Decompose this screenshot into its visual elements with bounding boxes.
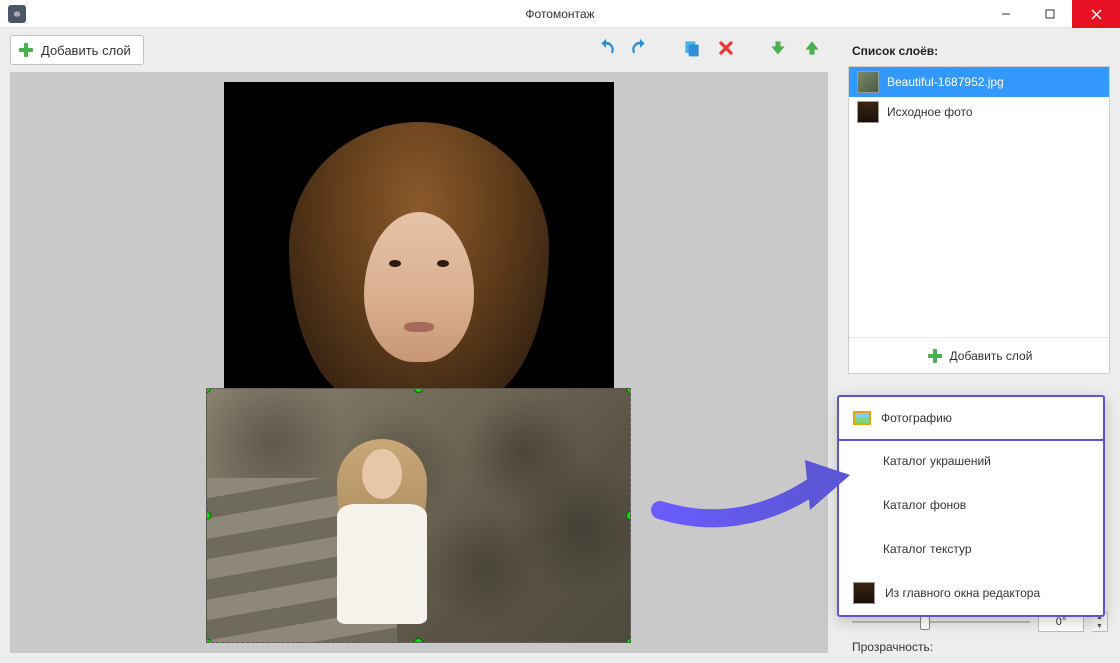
- redo-button[interactable]: [628, 36, 652, 60]
- move-down-button[interactable]: [766, 36, 790, 60]
- add-layer-footer-button[interactable]: Добавить слой: [849, 337, 1109, 373]
- canvas[interactable]: [224, 82, 614, 642]
- add-layer-button[interactable]: Добавить слой: [10, 35, 144, 65]
- app-icon: [8, 5, 26, 23]
- add-layer-label: Добавить слой: [41, 43, 131, 58]
- layer-item[interactable]: Исходное фото: [849, 97, 1109, 127]
- minimize-button[interactable]: [984, 0, 1028, 28]
- popup-item-label: Каталог текстур: [883, 542, 972, 556]
- popup-item-textures[interactable]: Каталог текстур: [839, 527, 1103, 571]
- resize-handle-br[interactable]: [626, 638, 631, 643]
- add-layer-popup: Фотографию Каталог украшений Каталог фон…: [837, 395, 1105, 617]
- popup-item-label: Каталог фонов: [883, 498, 966, 512]
- photo-icon: [853, 411, 871, 425]
- layer-thumbnail: [857, 71, 879, 93]
- titlebar: Фотомонтаж: [0, 0, 1120, 28]
- plus-icon: [926, 347, 944, 365]
- popup-item-label: Из главного окна редактора: [885, 586, 1040, 600]
- popup-item-decorations[interactable]: Каталог украшений: [839, 439, 1103, 483]
- resize-handle-bm[interactable]: [414, 638, 423, 643]
- popup-item-backgrounds[interactable]: Каталог фонов: [839, 483, 1103, 527]
- window-controls: [984, 0, 1120, 28]
- plus-icon: [17, 41, 35, 59]
- left-pane: Добавить слой: [0, 28, 838, 663]
- popup-item-from-editor[interactable]: Из главного окна редактора: [839, 571, 1103, 615]
- layers-panel-title: Список слоёв:: [838, 28, 1120, 66]
- editor-thumb-icon: [853, 582, 875, 604]
- undo-button[interactable]: [594, 36, 618, 60]
- layer-list: Beautiful-1687952.jpg Исходное фото Доба…: [848, 66, 1110, 374]
- layer-label: Beautiful-1687952.jpg: [887, 75, 1004, 89]
- maximize-button[interactable]: [1028, 0, 1072, 28]
- opacity-label: Прозрачность:: [852, 640, 1108, 654]
- add-layer-footer-label: Добавить слой: [950, 349, 1033, 363]
- resize-handle-mr[interactable]: [626, 511, 631, 520]
- layer-thumbnail: [857, 101, 879, 123]
- copy-button[interactable]: [680, 36, 704, 60]
- close-button[interactable]: [1072, 0, 1120, 28]
- layer-item[interactable]: Beautiful-1687952.jpg: [849, 67, 1109, 97]
- window-title: Фотомонтаж: [525, 7, 594, 21]
- selected-layer[interactable]: [206, 388, 631, 643]
- left-toolbar: Добавить слой: [0, 28, 838, 72]
- layer-label: Исходное фото: [887, 105, 973, 119]
- background-image: [224, 82, 614, 392]
- popup-item-photo[interactable]: Фотографию: [837, 395, 1105, 441]
- canvas-area[interactable]: [10, 72, 828, 653]
- move-up-button[interactable]: [800, 36, 824, 60]
- popup-item-label: Каталог украшений: [883, 454, 991, 468]
- slider-thumb[interactable]: [920, 616, 930, 630]
- delete-button[interactable]: [714, 36, 738, 60]
- popup-item-label: Фотографию: [881, 411, 952, 425]
